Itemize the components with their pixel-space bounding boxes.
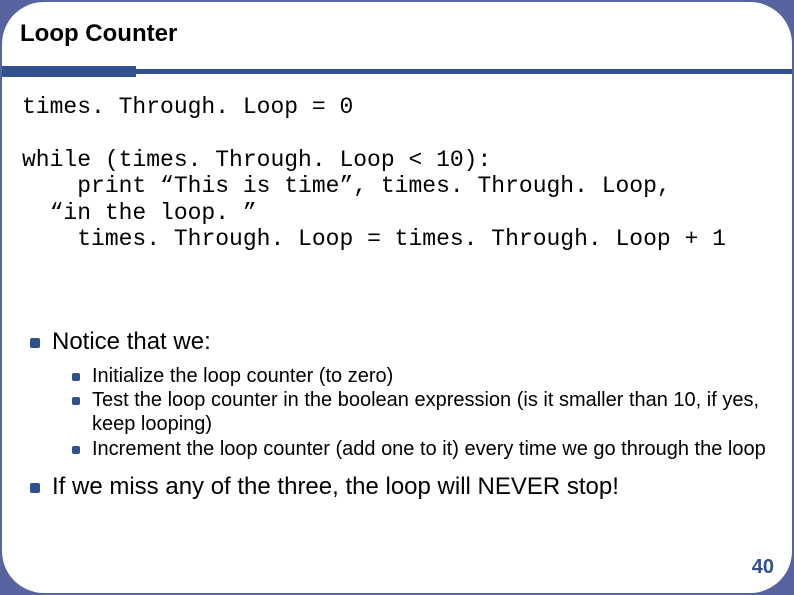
bullet-text: Notice that we: bbox=[52, 328, 211, 357]
divider-thin bbox=[136, 69, 792, 74]
code-block: times. Through. Loop = 0 while (times. T… bbox=[22, 94, 772, 253]
code-line: times. Through. Loop = times. Through. L… bbox=[22, 226, 726, 252]
code-line: print “This is time”, times. Through. Lo… bbox=[22, 173, 671, 199]
bullet-icon bbox=[72, 373, 80, 381]
bullet-icon bbox=[30, 338, 40, 348]
bullet-list: Notice that we: Initialize the loop coun… bbox=[30, 328, 770, 510]
slide-title: Loop Counter bbox=[20, 20, 177, 48]
bullet-text: If we miss any of the three, the loop wi… bbox=[52, 473, 619, 502]
code-line: times. Through. Loop = 0 bbox=[22, 94, 353, 120]
code-line: “in the loop. ” bbox=[50, 200, 257, 226]
bullet-text: Initialize the loop counter (to zero) bbox=[92, 365, 393, 389]
slide: Loop Counter times. Through. Loop = 0 wh… bbox=[2, 2, 792, 593]
sub-bullet-list: Initialize the loop counter (to zero) Te… bbox=[72, 365, 770, 461]
code-line: while (times. Through. Loop < 10): bbox=[22, 147, 491, 173]
bullet-text: Increment the loop counter (add one to i… bbox=[92, 438, 766, 462]
bullet-icon bbox=[30, 483, 40, 493]
bullet-text: Test the loop counter in the boolean exp… bbox=[92, 389, 770, 436]
divider-thick bbox=[2, 66, 136, 77]
bullet-icon bbox=[72, 397, 80, 405]
bullet-level2: Initialize the loop counter (to zero) bbox=[72, 365, 770, 389]
bullet-icon bbox=[72, 446, 80, 454]
bullet-level1: If we miss any of the three, the loop wi… bbox=[30, 473, 770, 502]
bullet-level2: Increment the loop counter (add one to i… bbox=[72, 438, 770, 462]
bullet-level1: Notice that we: bbox=[30, 328, 770, 357]
page-number: 40 bbox=[752, 556, 774, 579]
bullet-level2: Test the loop counter in the boolean exp… bbox=[72, 389, 770, 436]
title-divider bbox=[2, 66, 792, 77]
